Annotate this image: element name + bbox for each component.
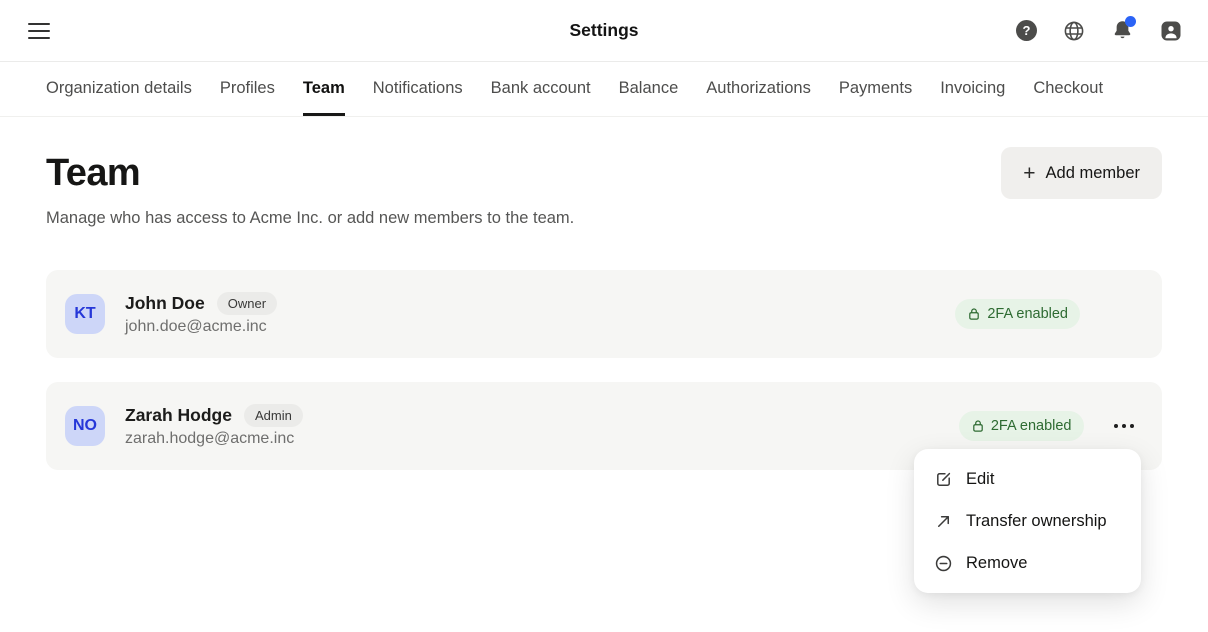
menu-item-edit[interactable]: Edit	[914, 458, 1141, 500]
role-badge: Admin	[244, 404, 303, 427]
two-fa-badge: 2FA enabled	[959, 411, 1084, 441]
two-fa-label: 2FA enabled	[987, 306, 1068, 322]
two-fa-badge: 2FA enabled	[955, 299, 1080, 329]
member-name: John Doe	[125, 293, 205, 314]
transfer-icon	[934, 512, 953, 531]
avatar: NO	[65, 406, 105, 446]
more-options-icon[interactable]	[1114, 420, 1135, 433]
member-name: Zarah Hodge	[125, 405, 232, 426]
team-settings-panel: Team + Add member Manage who has access …	[0, 147, 1208, 470]
menu-item-transfer-ownership[interactable]: Transfer ownership	[914, 500, 1141, 542]
hamburger-icon[interactable]	[28, 23, 50, 39]
remove-icon	[934, 554, 953, 573]
tab-balance[interactable]: Balance	[619, 62, 679, 116]
bell-icon[interactable]	[1111, 19, 1134, 42]
globe-icon[interactable]	[1063, 20, 1085, 42]
member-row-john-doe: KT John Doe Owner john.doe@acme.inc	[46, 270, 1162, 358]
add-member-label: Add member	[1046, 164, 1140, 183]
user-icon[interactable]	[1160, 20, 1182, 42]
tab-organization-details[interactable]: Organization details	[46, 62, 192, 116]
two-fa-label: 2FA enabled	[991, 418, 1072, 434]
page-title: Team	[46, 152, 140, 195]
header-icon-group: ?	[1016, 19, 1182, 42]
tab-team[interactable]: Team	[303, 62, 345, 116]
tab-bank-account[interactable]: Bank account	[491, 62, 591, 116]
member-email: zarah.hodge@acme.inc	[125, 430, 303, 448]
plus-icon: +	[1023, 163, 1035, 184]
tab-profiles[interactable]: Profiles	[220, 62, 275, 116]
app-header: Settings ?	[0, 0, 1208, 62]
settings-tab-bar: Organization details Profiles Team Notif…	[0, 62, 1208, 117]
help-icon[interactable]: ?	[1016, 20, 1037, 41]
edit-icon	[934, 470, 953, 489]
tab-payments[interactable]: Payments	[839, 62, 912, 116]
menu-item-label: Transfer ownership	[966, 512, 1107, 531]
tab-checkout[interactable]: Checkout	[1033, 62, 1103, 116]
tab-notifications[interactable]: Notifications	[373, 62, 463, 116]
lock-icon	[967, 307, 981, 321]
notification-dot	[1125, 16, 1136, 27]
menu-item-remove[interactable]: Remove	[914, 542, 1141, 584]
tab-authorizations[interactable]: Authorizations	[706, 62, 811, 116]
member-actions-menu: Edit Transfer ownership Remove	[914, 449, 1141, 593]
role-badge: Owner	[217, 292, 277, 315]
tab-invoicing[interactable]: Invoicing	[940, 62, 1005, 116]
avatar: KT	[65, 294, 105, 334]
menu-item-label: Edit	[966, 470, 994, 489]
add-member-button[interactable]: + Add member	[1001, 147, 1162, 199]
member-list: KT John Doe Owner john.doe@acme.inc	[46, 270, 1162, 470]
member-email: john.doe@acme.inc	[125, 318, 277, 336]
page-subtitle: Manage who has access to Acme Inc. or ad…	[46, 209, 1162, 228]
menu-item-label: Remove	[966, 554, 1027, 573]
lock-icon	[971, 419, 985, 433]
